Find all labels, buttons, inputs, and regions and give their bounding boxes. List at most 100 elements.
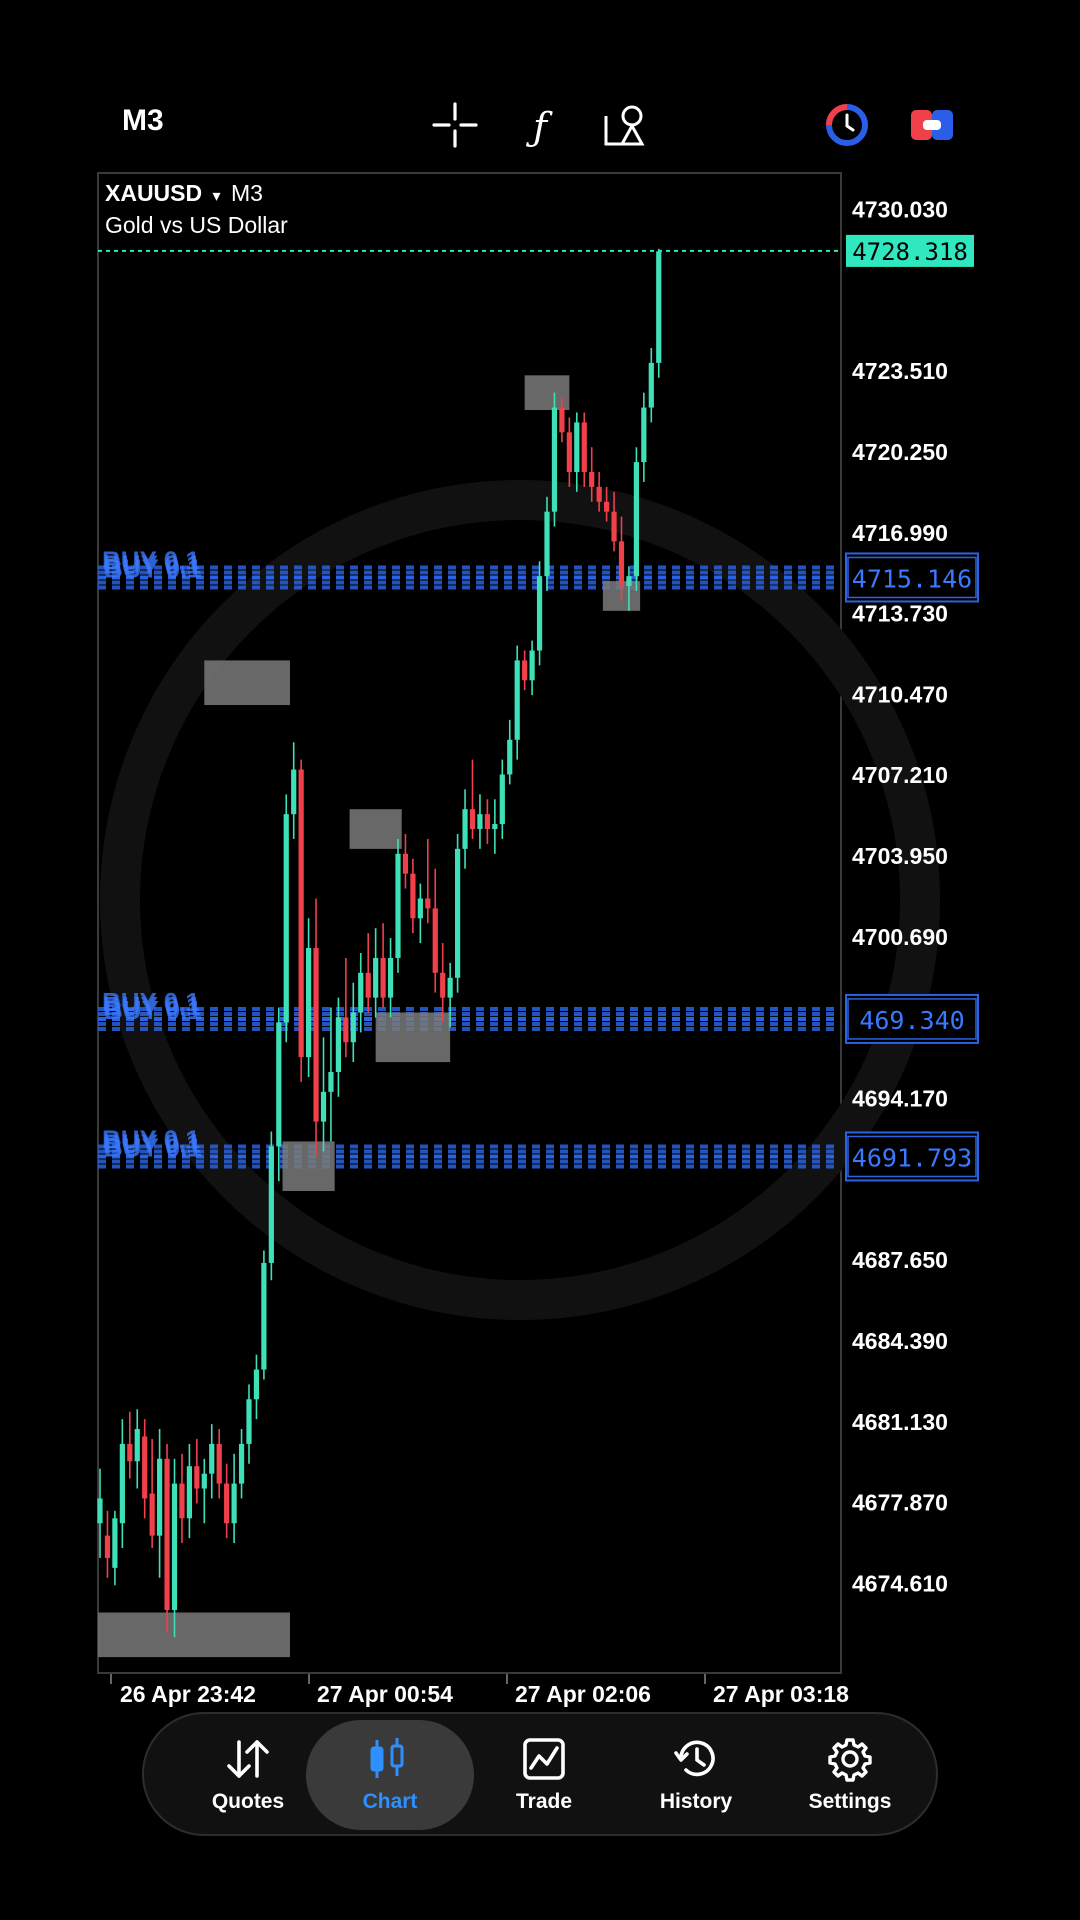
candle-body: [127, 1443, 133, 1462]
price-tick-label: 4716.990: [852, 520, 948, 546]
time-tick-label: 27 Apr 00:54: [317, 1681, 453, 1707]
candle-body: [276, 1022, 282, 1147]
nav-settings[interactable]: Settings: [766, 1720, 934, 1830]
candle-body: [194, 1466, 200, 1489]
candle-body: [343, 1017, 349, 1043]
candle-body: [522, 660, 528, 681]
price-tick-label: 4720.250: [852, 439, 948, 465]
price-tick-label: 4694.170: [852, 1086, 948, 1112]
bottom-navigation: Quotes Chart Trade History Settings: [142, 1712, 938, 1836]
candle-body: [261, 1262, 267, 1370]
candle-body: [171, 1483, 178, 1611]
symbol-timeframe: M3: [230, 180, 263, 206]
candle-body: [529, 650, 535, 681]
zone-box: [98, 1612, 290, 1658]
zone-box: [349, 809, 402, 849]
nav-history[interactable]: History: [612, 1720, 780, 1830]
nav-quotes-label: Quotes: [211, 1790, 285, 1813]
candle-body: [440, 972, 446, 998]
candle-body: [589, 472, 595, 487]
candle-body: [432, 908, 438, 973]
price-tick-label: 4700.690: [852, 924, 948, 950]
candle-body: [335, 1017, 341, 1072]
candle-body: [320, 1091, 327, 1122]
price-tick-label: 4713.730: [852, 601, 948, 627]
order-price-label: 4691.793: [852, 1143, 972, 1172]
candle-body: [253, 1369, 260, 1400]
history-icon: [674, 1740, 715, 1777]
zone-box: [204, 660, 290, 706]
candle-body: [179, 1483, 185, 1519]
candle-body: [499, 774, 505, 825]
candle-body: [566, 432, 572, 472]
candle-body: [477, 814, 483, 830]
candle-body: [425, 898, 431, 909]
candle-body: [313, 948, 319, 1122]
candle-body: [648, 362, 654, 408]
candle-body: [224, 1483, 230, 1524]
candle-body: [507, 739, 513, 775]
nav-history-label: History: [659, 1790, 733, 1813]
nav-chart[interactable]: Chart: [306, 1720, 474, 1830]
symbol-dropdown-icon: ▾: [212, 188, 221, 205]
current-price-label: 4728.318: [852, 238, 968, 266]
nav-trade[interactable]: Trade: [460, 1720, 628, 1830]
candle-body: [268, 1146, 274, 1263]
candle-body: [134, 1429, 140, 1462]
candle-body: [633, 462, 639, 577]
candle-body: [283, 814, 289, 1023]
candle-body: [209, 1443, 215, 1474]
candle-body: [306, 948, 312, 1058]
candle-body: [492, 824, 498, 830]
candle-body: [380, 957, 386, 998]
zone-box: [282, 1141, 335, 1192]
candle-body: [104, 1535, 111, 1558]
candle-body: [291, 769, 297, 815]
candle-body: [447, 977, 453, 998]
candle-body: [656, 251, 662, 363]
candle-body: [544, 511, 550, 577]
order-label-text: BUY 0.1: [104, 1132, 202, 1162]
symbol-name: XAUUSD: [105, 180, 203, 206]
candle-body: [514, 660, 520, 740]
candle-body: [149, 1493, 155, 1536]
candle-body: [97, 1498, 103, 1524]
candle-body: [536, 576, 543, 651]
price-tick-label: 4723.510: [852, 358, 948, 384]
time-tick-label: 27 Apr 03:18: [713, 1681, 849, 1707]
price-tick-label: 4684.390: [852, 1328, 948, 1354]
candle-body: [402, 853, 409, 874]
candle-body: [119, 1443, 125, 1524]
price-tick-label: 4677.870: [852, 1490, 948, 1516]
price-tick-label: 4730.030: [852, 196, 948, 222]
candle-body: [365, 972, 371, 998]
candle-body: [581, 422, 587, 472]
symbol-selector[interactable]: XAUUSD ▾ M3: [105, 180, 263, 207]
candle-body: [164, 1458, 170, 1611]
symbol-description: Gold vs US Dollar: [105, 212, 288, 238]
candle-body: [350, 1012, 356, 1043]
price-tick-label: 4674.610: [852, 1570, 948, 1596]
order-label-text: BUY 0.1: [104, 553, 202, 583]
chart-icon: [370, 1738, 404, 1778]
candle-body: [358, 972, 364, 1013]
candle-body: [604, 501, 610, 512]
candle-body: [417, 898, 423, 919]
candle-body: [462, 809, 468, 849]
candle-body: [112, 1518, 118, 1568]
candle-body: [626, 576, 632, 587]
candle-body: [484, 814, 490, 830]
candle-body: [551, 407, 558, 512]
candle-body: [373, 957, 379, 998]
candle-body: [611, 511, 617, 542]
time-tick-label: 26 Apr 23:42: [120, 1681, 256, 1707]
price-chart[interactable]: BUY 0.1BUY 0.1BUY 0.1 4715.146BUY 0.1BUY …: [0, 0, 1080, 1720]
price-tick-label: 4710.470: [852, 681, 948, 707]
candle-body: [410, 873, 416, 919]
zone-box: [375, 1012, 451, 1063]
settings-icon: [828, 1738, 872, 1782]
candle-body: [201, 1473, 207, 1489]
order-price-label: 469.340: [859, 1006, 964, 1035]
candle-body: [618, 541, 625, 587]
candle-body: [231, 1483, 237, 1524]
